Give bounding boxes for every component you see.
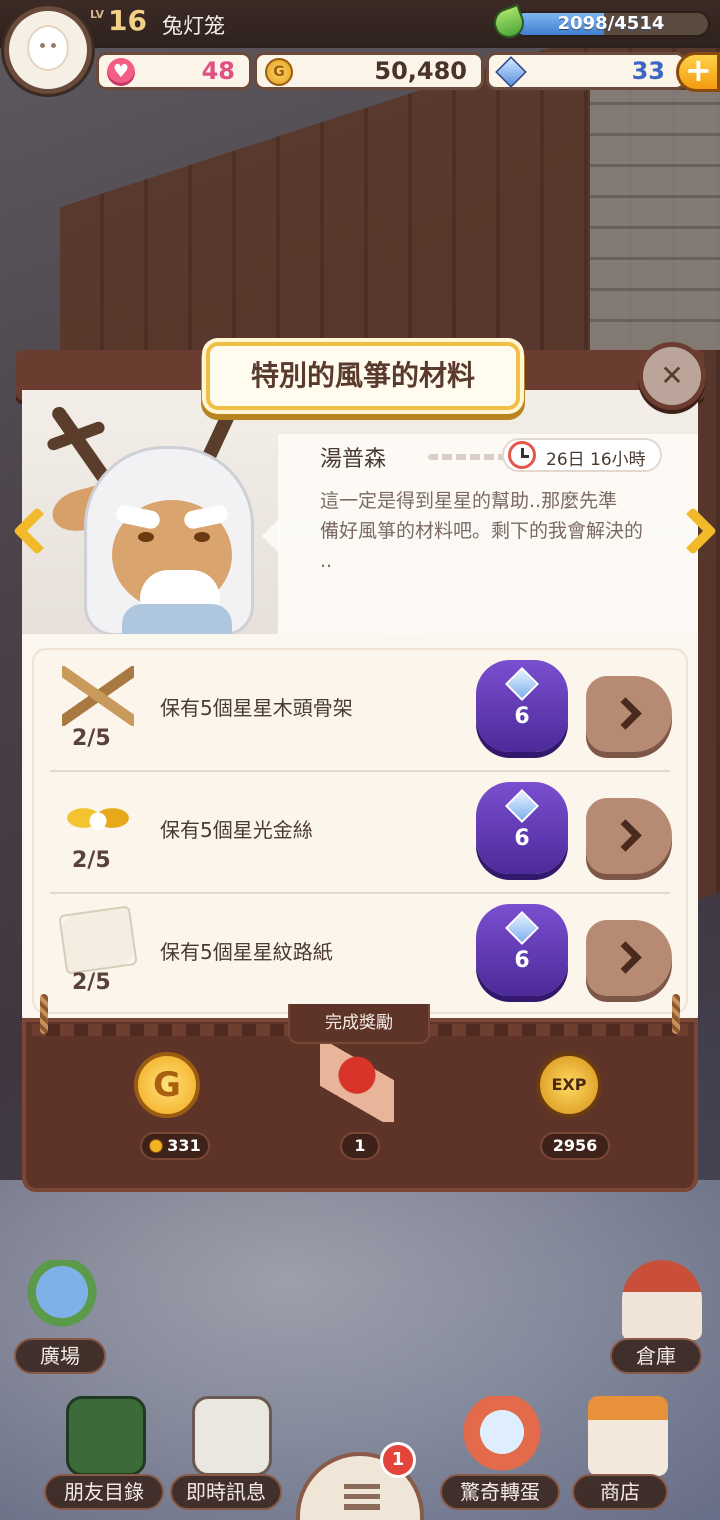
quest-timer: 26日 16小時 [502,438,662,472]
task-row: 2/5 保有5個星星紋路紙 6 [34,892,690,1014]
hearts-value: 48 [201,57,235,85]
npc-reindeer-portrait [22,390,282,634]
message-board-icon [192,1396,272,1476]
nav-plaza[interactable]: 廣場 [0,1256,110,1374]
wood-sticks-icon [62,666,134,726]
npc-clothing [122,604,232,634]
player-avatar[interactable] [4,6,92,94]
gems-counter[interactable]: 33 [486,52,686,90]
nav-shop[interactable]: 商店 [566,1392,676,1510]
instant-complete-button[interactable]: 6 [476,782,568,874]
dialog-title-plaque: 特別的風箏的材料 [206,342,520,410]
gold-coin-icon [265,58,293,86]
sealed-scroll-icon [320,1044,394,1122]
nav-gacha[interactable]: 驚奇轉蛋 [440,1392,560,1510]
task-row: 2/5 保有5個星星木頭骨架 6 [34,650,690,770]
task-label: 保有5個星星紋路紙 [160,940,333,964]
tree-icon [22,1260,102,1340]
nav-plaza-label: 廣場 [14,1338,106,1374]
gems-value: 33 [631,57,665,85]
npc-eye-left [138,532,154,542]
reward-panel: 完成獎勵 331 1 2956 [22,994,698,1192]
npc-name: 湯普森 [320,447,387,472]
reward-scroll-value: 1 [340,1132,380,1160]
go-to-task-button[interactable] [586,920,672,996]
gem-cost: 6 [514,948,530,973]
task-row: 2/5 保有5個星光金絲 6 [34,770,690,892]
friends-book-icon [66,1396,146,1476]
previous-quest-arrow-icon[interactable] [6,500,46,556]
avatar-face-icon [27,25,69,71]
reward-title-tab: 完成獎勵 [288,1004,430,1044]
nav-shop-label: 商店 [572,1474,668,1510]
timer-text: 26日 16小時 [546,450,646,470]
rope-right [672,994,680,1034]
mini-coin-icon [149,1139,164,1153]
nav-friends[interactable]: 朋友目錄 [44,1392,164,1510]
reward-gold[interactable]: 331 [124,1044,214,1164]
hamburger-menu-icon [344,1484,380,1510]
gold-ribbon-icon [62,788,134,848]
npc-area: 湯普森 26日 16小時 這一定是得到星星的幫助..那麼先準 備好風箏的材料吧。… [22,390,698,634]
close-button[interactable] [638,342,706,410]
exp-bar: 2098/4514 [489,3,710,43]
reward-title: 完成獎勵 [325,1013,393,1033]
notification-badge: 1 [380,1442,416,1478]
brick-wall [590,90,720,350]
exp-track: 2098/4514 [512,11,710,37]
dialog-body: 湯普森 26日 16小時 這一定是得到星星的幫助..那麼先準 備好風箏的材料吧。… [22,390,698,1022]
add-gems-button[interactable] [676,51,720,92]
reward-scroll[interactable]: 1 [314,1044,404,1164]
player-name: 兔灯笼 [162,14,225,38]
task-label: 保有5個星星木頭骨架 [160,696,353,720]
quest-dialog: 湯普森 26日 16小時 這一定是得到星星的幫助..那麼先準 備好風箏的材料吧。… [16,350,704,1192]
nav-friends-label: 朋友目錄 [44,1474,164,1510]
gacha-machine-icon [462,1396,542,1476]
reward-gold-badge: 331 [140,1132,210,1160]
heart-icon [107,58,135,86]
nav-chat[interactable]: 即時訊息 [170,1392,282,1510]
nav-chat-label: 即時訊息 [170,1474,282,1510]
dialog-title: 特別的風箏的材料 [250,359,475,392]
gem-icon [505,667,539,701]
task-progress: 2/5 [72,726,111,751]
gem-cost: 6 [514,826,530,851]
task-progress: 2/5 [72,970,111,995]
next-quest-arrow-icon[interactable] [672,500,712,556]
nav-gacha-label: 驚奇轉蛋 [440,1474,560,1510]
npc-eye-right [194,532,210,542]
gem-icon [495,56,527,88]
instant-complete-button[interactable]: 6 [476,904,568,996]
player-level: 16 [108,4,147,37]
nav-warehouse[interactable]: 倉庫 [600,1256,710,1374]
gem-icon [505,789,539,823]
npc-dialogue: 這一定是得到星星的幫助..那麼先準 備好風箏的材料吧。剩下的我會解決的 .. [320,490,644,572]
task-list: 2/5 保有5個星星木頭骨架 6 2/5 保有5個星光金絲 6 2/5 保有5個… [32,648,688,1014]
task-progress: 2/5 [72,848,111,873]
reward-exp-value: 2956 [540,1132,610,1160]
gem-icon [505,911,539,945]
gold-value: 50,480 [374,57,467,85]
star-paper-icon [58,905,138,975]
go-to-task-button[interactable] [586,676,672,752]
level-prefix: LV [90,8,105,21]
alarm-clock-icon [508,441,536,469]
instant-complete-button[interactable]: 6 [476,660,568,752]
gem-cost: 6 [514,704,530,729]
gold-counter[interactable]: 50,480 [254,52,484,90]
exp-text: 2098/4514 [557,13,665,34]
warehouse-icon [622,1260,702,1340]
reward-exp[interactable]: 2956 [526,1044,616,1164]
shop-icon [588,1396,668,1476]
reward-gold-value: 331 [167,1136,201,1155]
rope-left [40,994,48,1034]
nav-warehouse-label: 倉庫 [610,1338,702,1374]
hearts-counter[interactable]: 48 [96,52,252,90]
exp-icon [536,1052,602,1118]
gold-coin-icon [134,1052,200,1118]
go-to-task-button[interactable] [586,798,672,874]
task-label: 保有5個星光金絲 [160,818,313,842]
